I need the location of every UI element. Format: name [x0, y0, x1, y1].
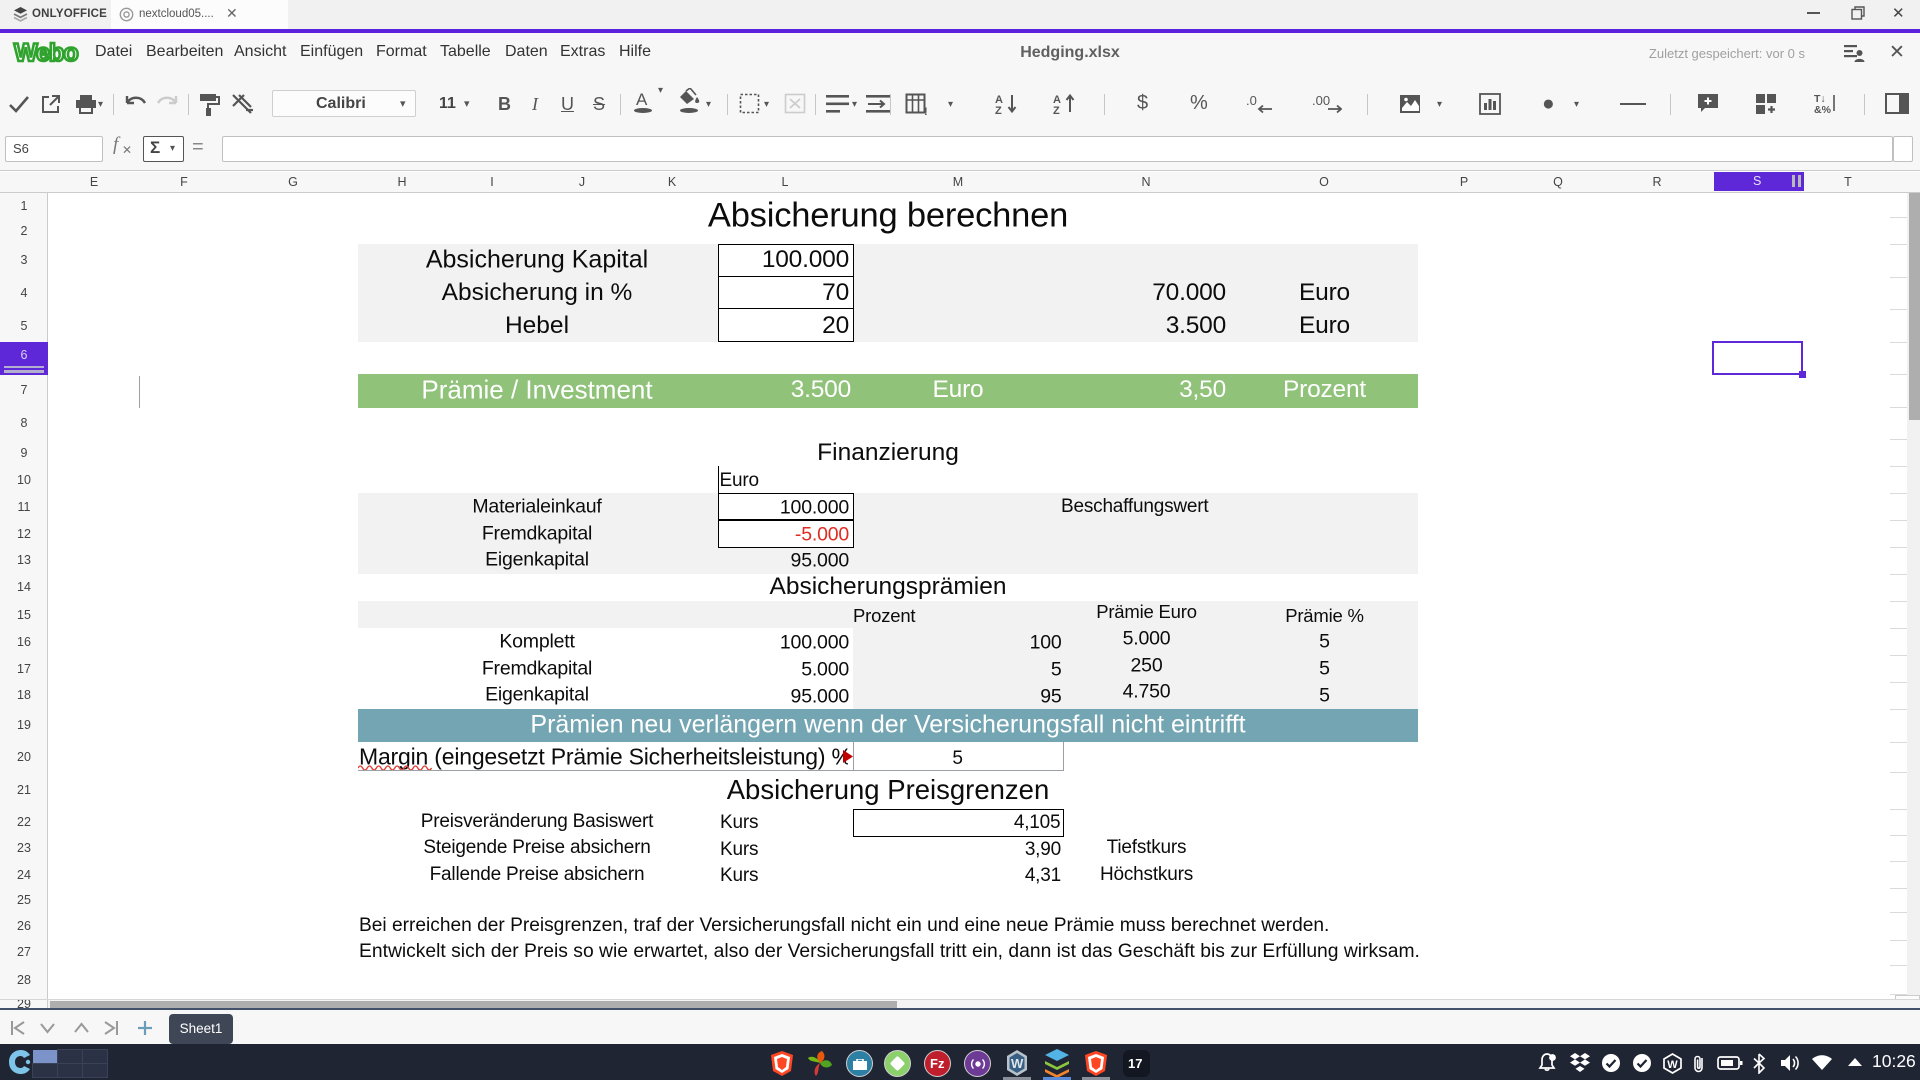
svg-text:W: W — [1667, 1059, 1678, 1071]
svg-text:W: W — [1011, 1056, 1024, 1071]
